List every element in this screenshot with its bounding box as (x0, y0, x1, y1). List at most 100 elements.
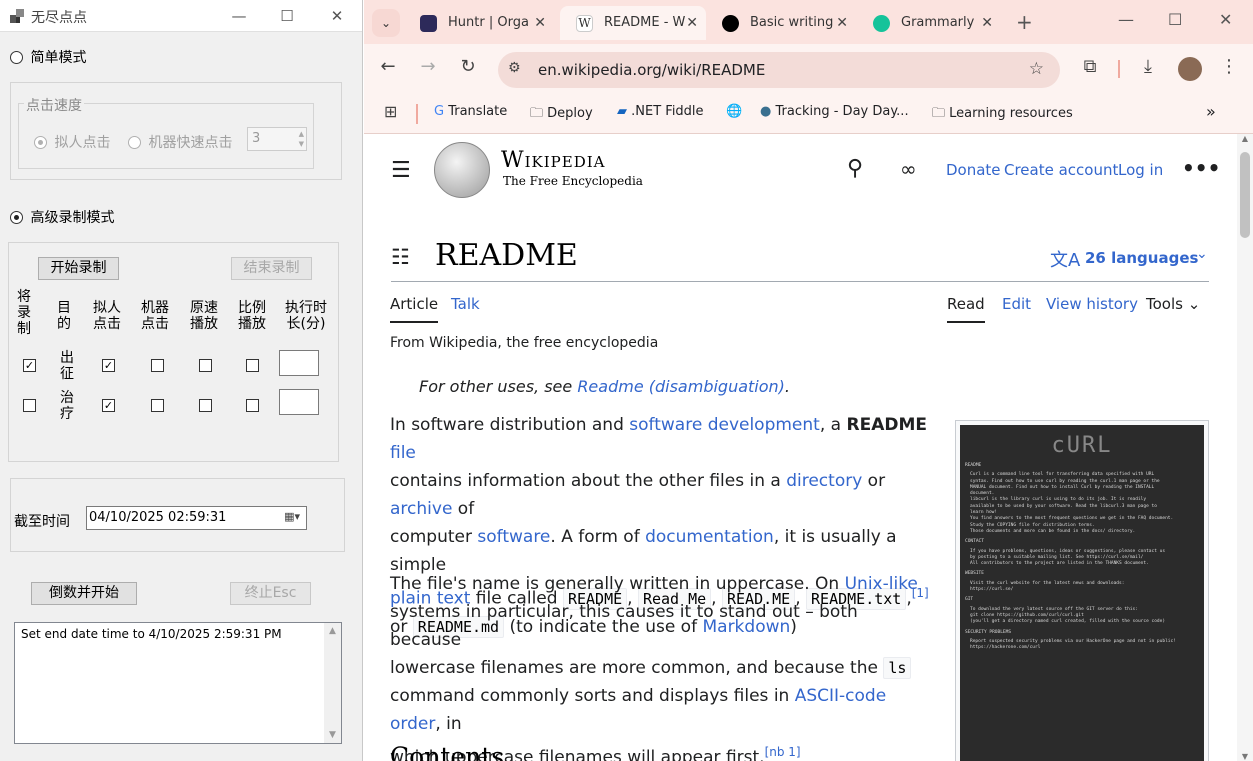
infobox-image-frame[interactable]: cURL README Curl is a command line tool f… (955, 420, 1209, 761)
log-textarea[interactable]: Set end date time to 4/10/2025 2:59:31 P… (14, 622, 342, 744)
tab-close-icon[interactable]: ✕ (981, 6, 993, 40)
tab-read[interactable]: Read (947, 295, 985, 323)
row1-machine-checkbox[interactable] (151, 359, 164, 372)
apps-grid-icon[interactable]: ⊞ (384, 102, 397, 121)
more-options-icon[interactable]: ••• (1182, 156, 1220, 180)
start-record-button[interactable]: 开始录制 (38, 257, 119, 280)
calendar-dropdown-icon[interactable]: ▦▾ (284, 510, 300, 523)
hamburger-menu-icon[interactable]: ☰ (391, 158, 411, 183)
row2-record-checkbox[interactable] (23, 399, 36, 412)
site-info-icon[interactable]: ⚙ (508, 60, 521, 76)
bookmark-tracking[interactable]: ● Tracking - Day Day... (760, 104, 909, 119)
row1-human-checkbox[interactable]: ✓ (102, 359, 115, 372)
tab-edit[interactable]: Edit (1002, 295, 1031, 313)
readme-disambiguation-link[interactable]: Readme (disambiguation) (577, 377, 785, 396)
scroll-down-icon[interactable]: ▼ (324, 730, 341, 740)
tab-readme[interactable]: W README - W ✕ (560, 6, 706, 40)
appearance-icon[interactable]: ∞ (900, 157, 917, 181)
login-link[interactable]: Log in (1118, 161, 1163, 179)
stop-esc-button[interactable]: 终止Esc (230, 582, 311, 605)
tab-close-icon[interactable]: ✕ (836, 6, 848, 40)
maximize-button[interactable]: ☐ (270, 4, 304, 28)
countdown-start-button[interactable]: 倒数并开始 (31, 582, 137, 605)
software-development-link[interactable]: software development (629, 415, 820, 435)
deadline-datetime-picker[interactable]: 04/10/2025 02:59:31 ▦▾ (86, 506, 307, 530)
tab-article[interactable]: Article (390, 295, 439, 323)
donate-link[interactable]: Donate (946, 161, 1001, 179)
window-minimize-icon[interactable]: — (1118, 10, 1134, 29)
more-bookmarks-icon[interactable]: » (1206, 102, 1216, 121)
forward-icon[interactable]: → (414, 56, 442, 77)
bookmark-star-icon[interactable]: ☆ (1029, 59, 1044, 79)
bookmark-learning[interactable]: 🗀 Learning resources (932, 104, 1073, 126)
scroll-up-icon[interactable]: ▲ (324, 626, 341, 636)
profile-avatar[interactable] (1178, 57, 1202, 81)
chevron-down-icon[interactable]: ⌄ (1196, 246, 1208, 262)
tab-close-icon[interactable]: ✕ (534, 6, 546, 40)
tab-github[interactable]: Basic writing ✕ (706, 6, 856, 40)
toc-icon[interactable]: ☷ (391, 245, 410, 269)
scrollbar-thumb[interactable] (1240, 152, 1250, 238)
scroll-down-icon[interactable]: ▼ (1237, 752, 1253, 761)
advanced-mode-radio[interactable]: 高级录制模式 (10, 207, 114, 227)
hatnote-suffix: . (784, 377, 791, 396)
advanced-mode-radio-dot[interactable] (10, 210, 23, 224)
menu-kebab-icon[interactable]: ⋮ (1215, 56, 1243, 77)
bookmark-translate[interactable]: G Translate (434, 104, 507, 119)
row2-ratio-checkbox[interactable] (246, 399, 259, 412)
file-link[interactable]: file (390, 443, 416, 463)
row1-duration-input[interactable] (279, 350, 319, 376)
tab-talk[interactable]: Talk (451, 295, 480, 313)
row2-original-checkbox[interactable] (199, 399, 212, 412)
row2-machine-checkbox[interactable] (151, 399, 164, 412)
tab-tools[interactable]: Tools ⌄ (1146, 295, 1200, 313)
stepper-arrows-icon[interactable]: ▲ ▼ (299, 129, 304, 149)
language-icon[interactable]: 文A (1050, 246, 1080, 272)
tab-view-history[interactable]: View history (1046, 295, 1138, 313)
row1-original-checkbox[interactable] (199, 359, 212, 372)
tab-close-icon[interactable]: ✕ (686, 6, 698, 40)
page-scrollbar[interactable]: ▲ ▼ (1237, 134, 1253, 761)
reload-icon[interactable]: ↻ (454, 56, 482, 77)
documentation-link[interactable]: documentation (645, 527, 774, 547)
row2-human-checkbox[interactable]: ✓ (102, 399, 115, 412)
tab-search-icon[interactable]: ⌄ (372, 9, 400, 37)
wikipedia-globe-logo[interactable] (434, 142, 490, 198)
simple-mode-radio[interactable]: 简单模式 (10, 47, 86, 67)
machine-click-radio-dot[interactable] (128, 135, 141, 149)
machine-click-radio[interactable]: 机器快速点击 (128, 132, 232, 152)
wikipedia-wordmark[interactable]: Wikipedia (501, 148, 606, 173)
note-1-link[interactable]: [nb 1] (765, 745, 801, 759)
row2-duration-input[interactable] (279, 389, 319, 415)
software-link[interactable]: software (477, 527, 550, 547)
bookmark-dotnetfiddle[interactable]: ▰ .NET Fiddle (617, 104, 704, 119)
row1-ratio-checkbox[interactable] (246, 359, 259, 372)
window-close-icon[interactable]: ✕ (1219, 10, 1232, 29)
bookmark-deploy[interactable]: 🗀 Deploy (530, 104, 593, 126)
tab-huntr[interactable]: Huntr | Orga ✕ (404, 6, 554, 40)
row1-record-checkbox[interactable]: ✓ (23, 359, 36, 372)
directory-link[interactable]: directory (786, 471, 862, 491)
create-account-link[interactable]: Create account (1004, 161, 1118, 179)
human-click-radio[interactable]: 拟人点击 (34, 132, 110, 152)
downloads-icon[interactable]: ⤓ (1134, 56, 1162, 77)
search-icon[interactable]: ⚲ (847, 156, 863, 181)
scroll-up-icon[interactable]: ▲ (1237, 134, 1253, 143)
archive-link[interactable]: archive (390, 499, 452, 519)
end-record-button[interactable]: 结束录制 (231, 257, 312, 280)
bookmark-globe[interactable]: 🌐 (726, 104, 742, 119)
window-maximize-icon[interactable]: ☐ (1168, 10, 1182, 29)
log-scrollbar[interactable]: ▲ ▼ (324, 623, 341, 743)
minimize-button[interactable]: — (222, 4, 256, 28)
speed-stepper[interactable]: 3 ▲ ▼ (247, 127, 307, 151)
close-button[interactable]: ✕ (320, 4, 354, 28)
extensions-icon[interactable]: ⧉ (1076, 56, 1104, 77)
languages-button[interactable]: 26 languages (1085, 249, 1198, 267)
simple-mode-radio-dot[interactable] (10, 50, 23, 64)
back-icon[interactable]: ← (374, 56, 402, 77)
tab-grammarly[interactable]: Grammarly ✕ (857, 6, 1001, 40)
unix-like-link[interactable]: Unix-like (845, 574, 918, 594)
address-bar[interactable]: ⚙ en.wikipedia.org/wiki/README ☆ (498, 52, 1060, 88)
new-tab-button[interactable]: + (1016, 10, 1033, 34)
human-click-radio-dot[interactable] (34, 135, 47, 149)
